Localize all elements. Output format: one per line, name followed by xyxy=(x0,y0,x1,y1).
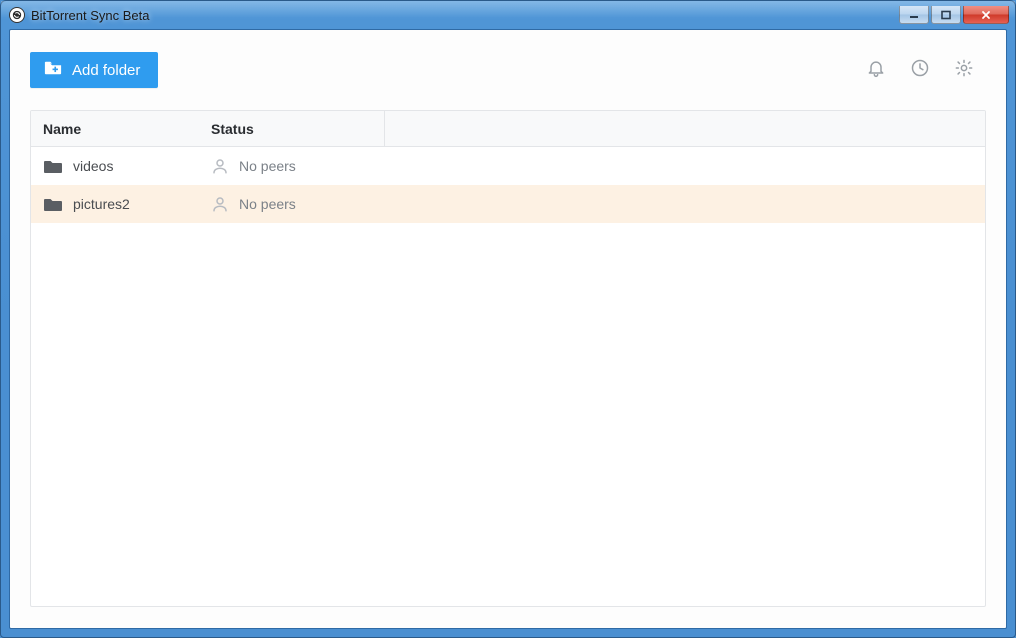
peer-icon xyxy=(211,195,229,213)
window-controls xyxy=(899,6,1009,24)
cell-name: pictures2 xyxy=(31,196,211,212)
column-header-name[interactable]: Name xyxy=(31,111,211,146)
client-area: Add folder Name Status xyxy=(9,29,1007,629)
folders-panel: Name Status videos No peers pictures2 No pe… xyxy=(30,110,986,607)
gear-icon xyxy=(954,58,974,83)
clock-icon xyxy=(910,58,930,83)
column-header-status[interactable]: Status xyxy=(211,111,385,146)
status-text: No peers xyxy=(239,196,296,212)
folder-name: pictures2 xyxy=(73,196,130,212)
cell-status: No peers xyxy=(211,157,385,175)
add-folder-button[interactable]: Add folder xyxy=(30,52,158,88)
table-body: videos No peers pictures2 No peers xyxy=(31,147,985,606)
cell-name: videos xyxy=(31,158,211,174)
app-icon xyxy=(9,7,25,23)
table-header: Name Status xyxy=(31,111,985,147)
table-row[interactable]: pictures2 No peers xyxy=(31,185,985,223)
toolbar: Add folder xyxy=(30,50,986,90)
peer-icon xyxy=(211,157,229,175)
history-button[interactable] xyxy=(898,52,942,88)
window-title: BitTorrent Sync Beta xyxy=(31,8,899,23)
table-row[interactable]: videos No peers xyxy=(31,147,985,185)
status-text: No peers xyxy=(239,158,296,174)
minimize-button[interactable] xyxy=(899,6,929,24)
app-window: BitTorrent Sync Beta Add folder xyxy=(0,0,1016,638)
cell-status: No peers xyxy=(211,195,385,213)
settings-button[interactable] xyxy=(942,52,986,88)
add-folder-label: Add folder xyxy=(72,62,140,79)
folder-name: videos xyxy=(73,158,113,174)
bell-icon xyxy=(866,58,886,83)
folder-icon xyxy=(43,196,63,212)
folder-icon xyxy=(43,158,63,174)
add-folder-icon xyxy=(44,60,62,80)
close-button[interactable] xyxy=(963,6,1009,24)
column-header-rest[interactable] xyxy=(385,111,985,146)
notifications-button[interactable] xyxy=(854,52,898,88)
maximize-button[interactable] xyxy=(931,6,961,24)
titlebar[interactable]: BitTorrent Sync Beta xyxy=(1,1,1015,29)
